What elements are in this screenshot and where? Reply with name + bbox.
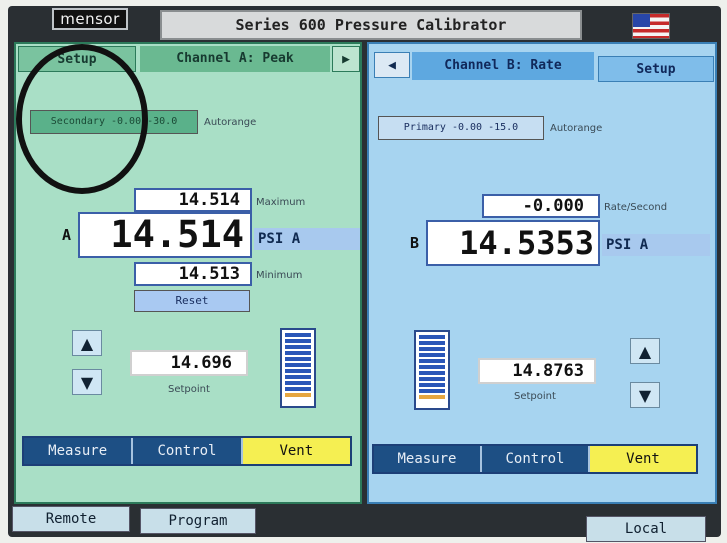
- program-button[interactable]: Program: [140, 508, 256, 534]
- channel-b-measure-button[interactable]: Measure: [374, 446, 482, 472]
- channel-b-setpoint-value[interactable]: 14.8763: [478, 358, 596, 384]
- annotation-circle: [16, 44, 148, 194]
- channel-b-setpoint-up-button[interactable]: ▲: [630, 338, 660, 364]
- channel-a-setpoint-value[interactable]: 14.696: [130, 350, 248, 376]
- channel-b-mode-bar: Measure Control Vent: [372, 444, 698, 474]
- channel-b-setpoint-label: Setpoint: [514, 391, 556, 402]
- channel-a-reading: 14.514: [78, 212, 252, 258]
- channel-a-vent-button[interactable]: Vent: [242, 438, 350, 464]
- arrow-up-icon: ▲: [80, 333, 94, 353]
- channel-b-vent-button[interactable]: Vent: [590, 446, 696, 472]
- channel-a-minimum-value: 14.513: [134, 262, 252, 286]
- arrow-down-icon: ▼: [638, 385, 652, 405]
- channel-a-mode-bar: Measure Control Vent: [22, 436, 352, 466]
- us-flag-icon: [632, 13, 670, 39]
- arrow-down-icon: ▼: [80, 372, 94, 392]
- channel-b-rate-value: -0.000: [482, 194, 600, 218]
- arrow-left-icon: ◀: [388, 58, 396, 73]
- channel-b-panel: [367, 42, 717, 504]
- channel-a-control-button[interactable]: Control: [133, 438, 243, 464]
- prev-channel-button[interactable]: ◀: [374, 52, 410, 78]
- channel-a-maximum-label: Maximum: [256, 197, 306, 208]
- channel-b-setpoint-down-button[interactable]: ▼: [630, 382, 660, 408]
- channel-a-setpoint-up-button[interactable]: ▲: [72, 330, 102, 356]
- channel-a-title: Channel A: Peak: [140, 46, 330, 72]
- channel-a-setpoint-down-button[interactable]: ▼: [72, 369, 102, 395]
- channel-a-pressure-bargraph: [280, 328, 316, 408]
- channel-b-setup-button[interactable]: Setup: [598, 56, 714, 82]
- channel-b-autorange-label: Autorange: [550, 123, 603, 134]
- channel-b-unit: PSI A: [602, 234, 710, 256]
- channel-b-reading: 14.5353: [426, 220, 600, 266]
- local-button[interactable]: Local: [586, 516, 706, 542]
- remote-button[interactable]: Remote: [12, 506, 130, 532]
- channel-b-rate-label: Rate/Second: [604, 202, 668, 213]
- arrow-right-icon: ▶: [342, 52, 350, 67]
- channel-b-letter: B: [410, 234, 420, 252]
- page-title: Series 600 Pressure Calibrator: [160, 10, 582, 40]
- channel-a-setpoint-label: Setpoint: [168, 384, 210, 395]
- channel-a-maximum-value: 14.514: [134, 188, 252, 212]
- channel-a-measure-button[interactable]: Measure: [24, 438, 134, 464]
- channel-b-control-button[interactable]: Control: [482, 446, 590, 472]
- channel-b-pressure-bargraph: [414, 330, 450, 410]
- channel-a-autorange-label: Autorange: [204, 117, 257, 128]
- channel-a-minimum-label: Minimum: [256, 270, 303, 281]
- channel-b-range-button[interactable]: Primary -0.00 -15.0: [378, 116, 544, 140]
- mensor-logo: mensor: [52, 8, 128, 30]
- next-channel-button[interactable]: ▶: [332, 46, 360, 72]
- channel-a-reset-button[interactable]: Reset: [134, 290, 250, 312]
- channel-b-title: Channel B: Rate: [412, 52, 594, 80]
- channel-a-unit: PSI A: [254, 228, 360, 250]
- arrow-up-icon: ▲: [638, 341, 652, 361]
- channel-a-letter: A: [62, 226, 72, 244]
